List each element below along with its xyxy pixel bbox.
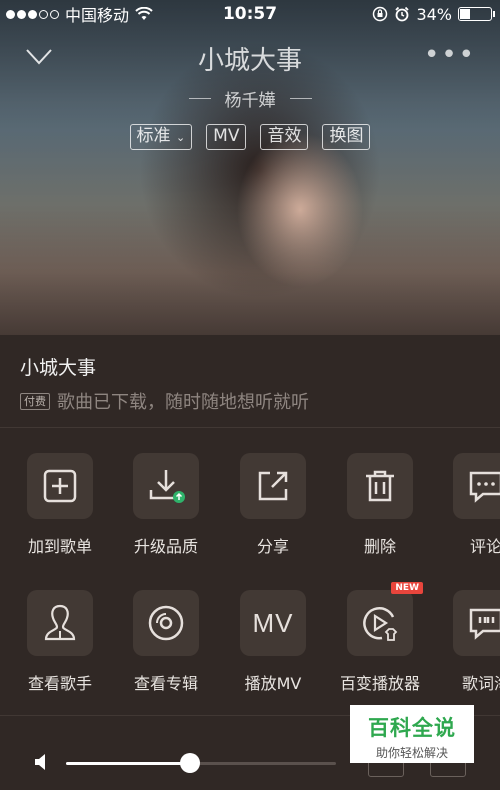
paid-info: 付费 歌曲已下载，随时随地想听就听 [20, 388, 309, 414]
player-header: 小城大事 ••• 杨千嬅 标准 ⌄ MV 音效 换图 [0, 28, 500, 158]
singer-icon [44, 604, 76, 641]
upgrade-quality-button[interactable]: 升级品质 [116, 453, 216, 557]
add-playlist-icon [43, 469, 77, 503]
volume-slider[interactable] [66, 762, 336, 765]
battery-percent: 34% [416, 4, 452, 24]
volume-knob[interactable] [180, 753, 200, 773]
watermark-subtitle: 助你轻松解决 [375, 746, 448, 760]
change-image-tag[interactable]: 换图 [322, 124, 371, 150]
alarm-icon [395, 6, 410, 22]
sheet-header: 小城大事 付费 歌曲已下载，随时随地想听就听 [0, 335, 500, 428]
mv-icon: MV [252, 607, 294, 638]
add-to-playlist-button[interactable]: 加到歌单 [10, 453, 110, 557]
action-row-1: 加到歌单 升级品质 分享 删除 评论 [0, 453, 500, 583]
lyrics-sea-button[interactable]: 歌词海 [436, 590, 500, 694]
trash-icon [366, 470, 394, 502]
new-badge: NEW [391, 582, 423, 594]
chevron-down-icon: ⌄ [175, 131, 186, 144]
lyrics-icon [469, 608, 500, 640]
more-icon[interactable]: ••• [424, 42, 476, 68]
sheet-song-title: 小城大事 [20, 357, 97, 379]
paid-text: 歌曲已下载，随时随地想听就听 [57, 392, 309, 413]
comment-button[interactable]: 3( 评论 [436, 453, 500, 557]
quality-tag[interactable]: 标准 ⌄ [129, 124, 193, 150]
play-mv-button[interactable]: MV 播放MV [223, 590, 323, 694]
delete-button[interactable]: 删除 [330, 453, 430, 557]
watermark-title: 百科全说 [368, 716, 456, 740]
rotation-lock-icon [373, 6, 388, 22]
album-icon [148, 605, 184, 641]
player-tags: 标准 ⌄ MV 音效 换图 [0, 124, 500, 150]
mv-tag[interactable]: MV [206, 124, 247, 150]
view-album-button[interactable]: 查看专辑 [116, 590, 216, 694]
view-singer-button[interactable]: 查看歌手 [10, 590, 110, 694]
watermark-logo: 百科全说 助你轻松解决 [350, 705, 474, 763]
download-upgrade-icon [149, 470, 185, 503]
artist-row: 杨千嬅 [0, 86, 500, 111]
battery-icon [458, 7, 495, 21]
action-row-2: 查看歌手 查看专辑 MV 播放MV NEW 百变播放器 歌词 [0, 582, 500, 720]
sound-effect-tag[interactable]: 音效 [260, 124, 309, 150]
artist-name[interactable]: 杨千嬅 [225, 86, 276, 111]
player-skin-button[interactable]: NEW 百变播放器 [330, 582, 430, 694]
player-skin-icon [363, 607, 398, 641]
paid-badge: 付费 [20, 392, 50, 410]
volume-level [66, 762, 190, 765]
status-bar: 中国移动 10:57 34% [0, 0, 500, 28]
share-button[interactable]: 分享 [223, 453, 323, 557]
comment-icon [469, 471, 500, 503]
share-icon [258, 471, 288, 501]
music-player-screen: 中国移动 10:57 34% 小城大事 ••• 杨千嬅 标准 ⌄ MV 音效 换… [0, 0, 500, 790]
speaker-icon [35, 754, 45, 770]
